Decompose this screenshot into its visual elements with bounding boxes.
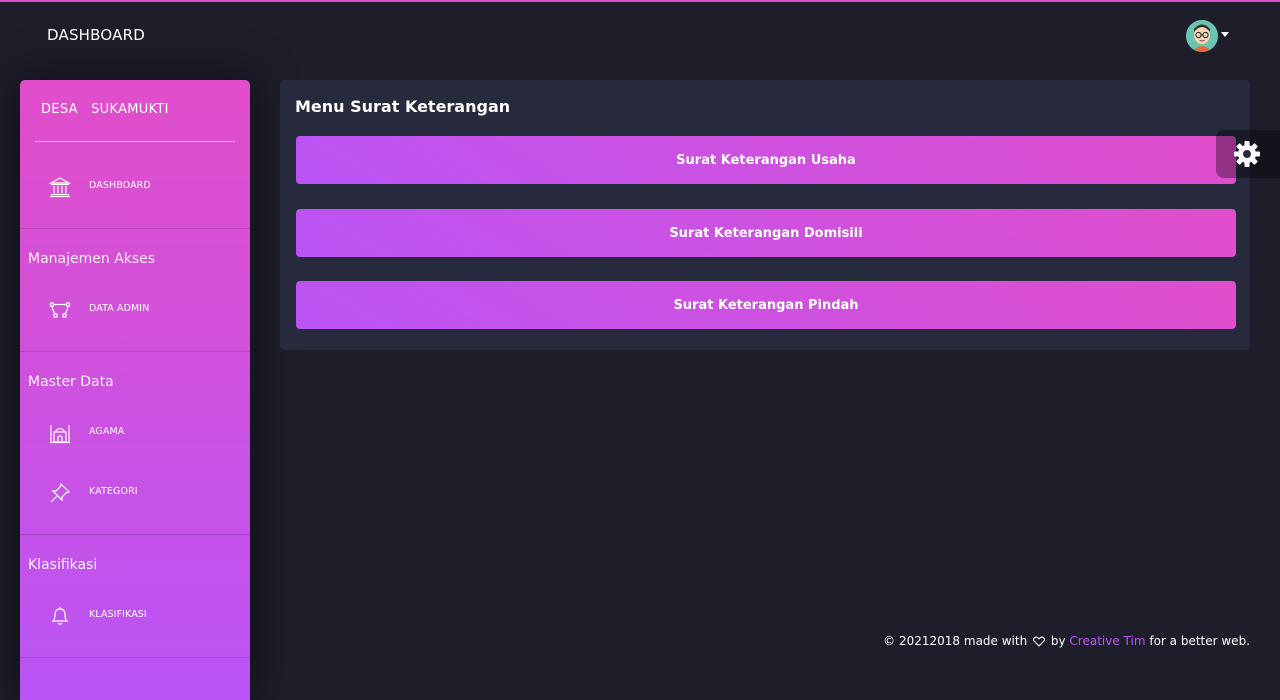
sidebar-divider [20, 351, 250, 352]
sidebar-item-dashboard[interactable]: DASHBOARD [20, 167, 250, 207]
vector-nodes-icon [49, 299, 71, 321]
sidebar-logo[interactable]: DESA SUKAMUKTI [41, 102, 169, 117]
sidebar-divider [20, 228, 250, 229]
surat-usaha-button[interactable]: Surat Keterangan Usaha [296, 136, 1236, 184]
caret-down-icon[interactable] [1221, 32, 1229, 37]
settings-plugin[interactable] [1216, 130, 1280, 178]
footer-copyright: © 20212018 made with by Creative Tim for… [883, 634, 1250, 648]
bell-icon [49, 605, 71, 627]
surat-pindah-button[interactable]: Surat Keterangan Pindah [296, 281, 1236, 329]
sidebar: DESA SUKAMUKTI DASHBOARD Manajemen Akses [20, 80, 250, 700]
footer-prefix: © 20212018 made with [883, 634, 1028, 648]
section-heading-access: Manajemen Akses [28, 251, 156, 267]
logo-mini: DESA [41, 102, 78, 117]
surat-domisili-button[interactable]: Surat Keterangan Domisili [296, 209, 1236, 257]
gear-icon[interactable] [1233, 140, 1261, 168]
sidebar-item-klasifikasi[interactable]: KLASIFIKASI [20, 596, 250, 636]
sidebar-item-agama[interactable]: AGAMA [20, 413, 250, 453]
bank-icon [48, 176, 72, 198]
sidebar-item-label: AGAMA [89, 426, 125, 437]
sidebar-divider [20, 534, 250, 535]
section-heading-master: Master Data [28, 374, 114, 390]
section-heading-classification: Klasifikasi [28, 557, 98, 573]
sidebar-item-label: KATEGORI [89, 486, 138, 497]
logo-divider [35, 141, 235, 142]
top-navbar: DASHBOARD [0, 2, 1280, 72]
mosque-icon [49, 422, 71, 444]
heart-icon [1033, 636, 1046, 647]
sidebar-item-label: KLASIFIKASI [89, 609, 147, 620]
menu-card: Menu Surat Keterangan Surat Keterangan U… [280, 80, 1250, 350]
footer-by: by [1050, 634, 1066, 648]
footer-suffix: for a better web. [1149, 634, 1250, 648]
sidebar-item-label: DATA ADMIN [89, 303, 150, 314]
sidebar-item-kategori[interactable]: KATEGORI [20, 473, 250, 513]
user-avatar-icon[interactable] [1186, 20, 1218, 52]
logo-normal: SUKAMUKTI [91, 102, 169, 117]
navbar-brand[interactable]: DASHBOARD [47, 26, 145, 44]
creative-tim-link[interactable]: Creative Tim [1069, 634, 1145, 648]
sidebar-item-label: DASHBOARD [89, 180, 151, 191]
sidebar-divider [20, 657, 250, 658]
pin-icon [49, 482, 71, 504]
sidebar-item-data-admin[interactable]: DATA ADMIN [20, 290, 250, 330]
card-title: Menu Surat Keterangan [295, 97, 511, 116]
